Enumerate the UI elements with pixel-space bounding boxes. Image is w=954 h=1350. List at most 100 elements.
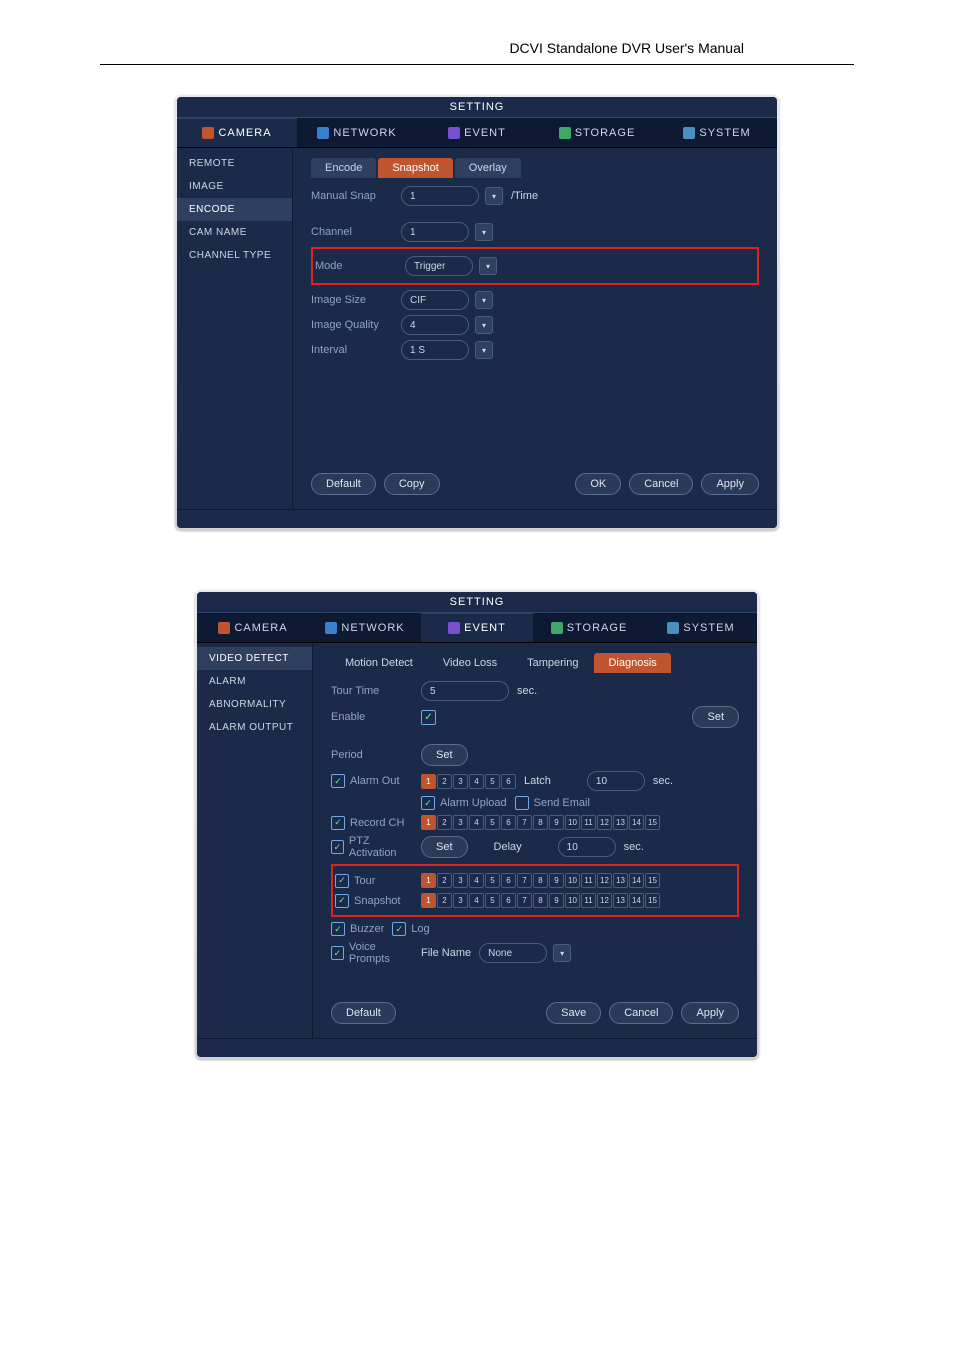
ok-button[interactable]: OK — [575, 473, 621, 495]
main-navbar: CAMERA NETWORK EVENT STORAGE SYSTEM — [177, 117, 777, 148]
nav-storage[interactable]: STORAGE — [537, 118, 657, 147]
select-manual-snap[interactable]: 1 — [401, 186, 479, 206]
tab-overlay[interactable]: Overlay — [455, 158, 521, 178]
label-voice-prompts: Voice Prompts — [349, 941, 413, 965]
checkbox-voice-prompts[interactable] — [331, 946, 344, 960]
sidebar-item-alarm[interactable]: ALARM — [197, 670, 312, 693]
set-button-period[interactable]: Set — [421, 744, 468, 766]
highlight-box: Mode Trigger ▾ — [311, 247, 759, 285]
dropdown-icon[interactable]: ▾ — [475, 316, 493, 334]
dropdown-icon[interactable]: ▾ — [485, 187, 503, 205]
select-channel[interactable]: 1 — [401, 222, 469, 242]
row-snapshot: Snapshot 123456789101112131415 — [335, 893, 735, 908]
apply-button[interactable]: Apply — [681, 1002, 739, 1024]
label-image-quality: Image Quality — [311, 319, 393, 331]
dialog-window-camera: SETTING CAMERA NETWORK EVENT STORAGE SYS… — [175, 95, 779, 530]
nav-network[interactable]: NETWORK — [297, 118, 417, 147]
label-delay-unit: sec. — [624, 841, 644, 853]
event-icon — [448, 622, 460, 634]
tab-encode[interactable]: Encode — [311, 158, 376, 178]
sidebar-item-channel-type[interactable]: CHANNEL TYPE — [177, 244, 292, 267]
row-tour: Tour 123456789101112131415 — [335, 873, 735, 888]
checkbox-alarm-upload[interactable] — [421, 796, 435, 810]
nav-event[interactable]: EVENT — [417, 118, 537, 147]
nav-network[interactable]: NETWORK — [309, 613, 421, 642]
label-mode: Mode — [315, 260, 397, 272]
dropdown-icon[interactable]: ▾ — [475, 291, 493, 309]
channel-tour-boxes[interactable]: 123456789101112131415 — [421, 873, 660, 888]
sidebar-item-alarm-output[interactable]: ALARM OUTPUT — [197, 716, 312, 739]
row-buzzer-log: Buzzer Log — [331, 922, 739, 936]
checkbox-enable[interactable] — [421, 710, 436, 725]
network-icon — [325, 622, 337, 634]
checkbox-log[interactable] — [392, 922, 406, 936]
label-tour: Tour — [354, 875, 375, 887]
system-icon — [683, 127, 695, 139]
dropdown-icon[interactable]: ▾ — [553, 944, 571, 962]
select-file-name[interactable]: None — [479, 943, 547, 963]
save-button[interactable]: Save — [546, 1002, 601, 1024]
copy-button[interactable]: Copy — [384, 473, 440, 495]
checkbox-alarm-out[interactable] — [331, 774, 345, 788]
label-enable: Enable — [331, 711, 413, 723]
input-tour-time[interactable]: 5 — [421, 681, 509, 701]
nav-camera[interactable]: CAMERA — [177, 117, 297, 147]
row-image-size: Image Size CIF ▾ — [311, 290, 759, 310]
nav-event[interactable]: EVENT — [421, 612, 533, 642]
nav-storage[interactable]: STORAGE — [533, 613, 645, 642]
dropdown-icon[interactable]: ▾ — [475, 223, 493, 241]
label-manual-snap: Manual Snap — [311, 190, 393, 202]
default-button[interactable]: Default — [331, 1002, 396, 1024]
sidebar-item-image[interactable]: IMAGE — [177, 175, 292, 198]
channel-alarm-out-boxes[interactable]: 123456 — [421, 774, 516, 789]
highlight-box: Tour 123456789101112131415 Snapshot 1234… — [331, 864, 739, 917]
checkbox-send-email[interactable] — [515, 796, 529, 810]
cancel-button[interactable]: Cancel — [629, 473, 693, 495]
nav-system-label: SYSTEM — [683, 622, 734, 634]
label-manual-snap-unit: /Time — [511, 190, 538, 202]
tab-diagnosis[interactable]: Diagnosis — [594, 653, 670, 673]
set-button-ptz[interactable]: Set — [421, 836, 468, 858]
document-header: DCVI Standalone DVR User's Manual — [100, 0, 854, 65]
nav-system[interactable]: SYSTEM — [657, 118, 777, 147]
input-latch[interactable]: 10 — [587, 771, 645, 791]
row-channel: Channel 1 ▾ — [311, 222, 759, 242]
select-image-quality[interactable]: 4 — [401, 315, 469, 335]
checkbox-buzzer[interactable] — [331, 922, 345, 936]
label-send-email: Send Email — [534, 797, 590, 809]
tab-tampering[interactable]: Tampering — [513, 653, 592, 673]
label-log: Log — [411, 923, 429, 935]
footer-buttons: Default Save Cancel Apply — [331, 1002, 739, 1024]
default-button[interactable]: Default — [311, 473, 376, 495]
nav-system[interactable]: SYSTEM — [645, 613, 757, 642]
tab-snapshot[interactable]: Snapshot — [378, 158, 452, 178]
storage-icon — [559, 127, 571, 139]
cancel-button[interactable]: Cancel — [609, 1002, 673, 1024]
label-record-ch: Record CH — [350, 817, 404, 829]
select-mode[interactable]: Trigger — [405, 256, 473, 276]
input-delay[interactable]: 10 — [558, 837, 616, 857]
checkbox-tour[interactable] — [335, 874, 349, 888]
nav-camera[interactable]: CAMERA — [197, 613, 309, 642]
sidebar-item-abnormality[interactable]: ABNORMALITY — [197, 693, 312, 716]
dropdown-icon[interactable]: ▾ — [479, 257, 497, 275]
checkbox-ptz[interactable] — [331, 840, 344, 854]
channel-snapshot-boxes[interactable]: 123456789101112131415 — [421, 893, 660, 908]
apply-button[interactable]: Apply — [701, 473, 759, 495]
row-enable: Enable Set — [331, 706, 739, 728]
sidebar-item-encode[interactable]: ENCODE — [177, 198, 292, 221]
dropdown-icon[interactable]: ▾ — [475, 341, 493, 359]
sidebar-item-video-detect[interactable]: VIDEO DETECT — [197, 647, 312, 670]
tab-motion-detect[interactable]: Motion Detect — [331, 653, 427, 673]
channel-record-boxes[interactable]: 123456789101112131415 — [421, 815, 660, 830]
checkbox-record-ch[interactable] — [331, 816, 345, 830]
sidebar-item-cam-name[interactable]: CAM NAME — [177, 221, 292, 244]
sidebar-item-remote[interactable]: REMOTE — [177, 152, 292, 175]
checkbox-snapshot[interactable] — [335, 894, 349, 908]
tab-video-loss[interactable]: Video Loss — [429, 653, 511, 673]
footer-buttons: Default Copy OK Cancel Apply — [311, 473, 759, 495]
select-image-size[interactable]: CIF — [401, 290, 469, 310]
label-alarm-out: Alarm Out — [350, 775, 400, 787]
select-interval[interactable]: 1 S — [401, 340, 469, 360]
set-button-enable[interactable]: Set — [692, 706, 739, 728]
